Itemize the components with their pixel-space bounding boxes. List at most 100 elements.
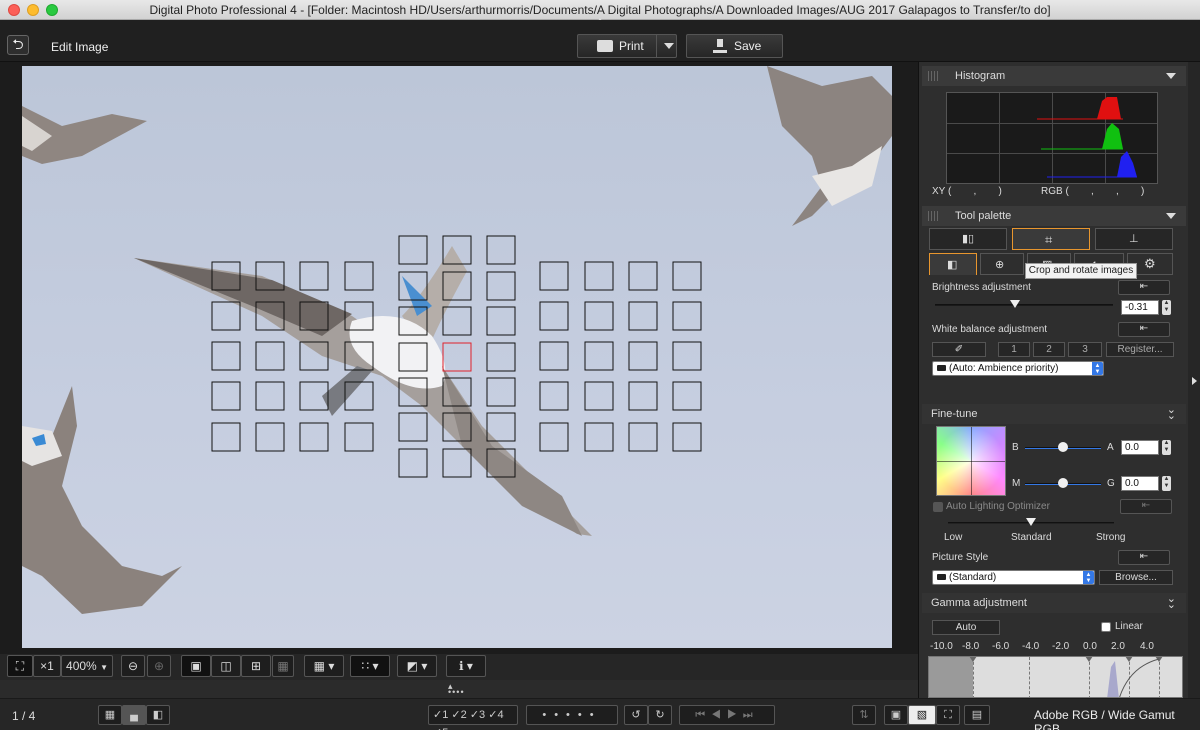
drag-handle-icon[interactable] bbox=[928, 211, 938, 221]
m-g-slider-knob[interactable] bbox=[1058, 478, 1068, 488]
g-value[interactable]: 0.0 bbox=[1121, 476, 1159, 491]
print-button[interactable]: Print bbox=[577, 34, 677, 58]
g-stepper[interactable]: ▲ ▼ bbox=[1162, 476, 1171, 491]
brightness-reset-button[interactable]: ⇤ bbox=[1118, 280, 1170, 295]
photo-preview[interactable] bbox=[22, 66, 892, 648]
grid-display-button[interactable]: ▦ ▾ bbox=[304, 655, 344, 677]
double-chevron-icon[interactable]: ⌄ ⌄ bbox=[1167, 405, 1176, 422]
check-mark-3[interactable]: ✓3 bbox=[470, 709, 485, 721]
sync-view-icon: ▦ bbox=[277, 659, 289, 673]
color-wheel[interactable] bbox=[936, 426, 1006, 496]
check-mark-2[interactable]: ✓2 bbox=[451, 709, 466, 721]
rotate-right-button[interactable]: ↻ bbox=[648, 705, 672, 725]
multi-view-button[interactable]: ⊞ bbox=[241, 655, 271, 677]
zoom-level-select[interactable]: 400% ▼ bbox=[61, 655, 113, 677]
single-view-button[interactable]: ▣ bbox=[181, 655, 211, 677]
check-mark-1[interactable]: ✓1 bbox=[433, 709, 448, 721]
alo-level-standard: Standard bbox=[1011, 532, 1052, 543]
zoom-in-button[interactable]: ⊕ bbox=[147, 655, 171, 677]
alo-checkbox[interactable] bbox=[933, 502, 943, 512]
wb-preset-2-button[interactable]: 2 bbox=[1033, 342, 1065, 357]
gamma-auto-button[interactable]: Auto bbox=[932, 620, 1000, 635]
back-button[interactable]: ⮌ bbox=[7, 35, 29, 55]
af-point-grid bbox=[211, 235, 702, 478]
g-label: G bbox=[1107, 478, 1115, 489]
browse-button[interactable]: Browse... bbox=[1099, 570, 1173, 585]
fullscreen-icon: ⛶ bbox=[944, 709, 952, 721]
gamma-tick-label: 2.0 bbox=[1111, 641, 1125, 652]
brightness-slider[interactable] bbox=[935, 304, 1113, 306]
sync-view-button[interactable]: ▦ bbox=[272, 655, 294, 677]
check-mark-group[interactable]: ✓1 ✓2 ✓3 ✓4 ✓5 bbox=[428, 705, 518, 730]
linear-checkbox[interactable] bbox=[1101, 622, 1111, 632]
picture-style-reset-button[interactable]: ⇤ bbox=[1118, 550, 1170, 565]
white-balance-select[interactable]: (Auto: Ambience priority) ▲ ▼ bbox=[932, 361, 1104, 376]
fullscreen-button[interactable]: ⛶ bbox=[936, 705, 960, 725]
filmstrip-toggle-handle[interactable]: ▴ •••• bbox=[448, 682, 466, 697]
photo-canvas bbox=[22, 66, 892, 614]
panel-toggle[interactable] bbox=[1188, 62, 1200, 698]
list-view-icon: ◧ bbox=[152, 709, 164, 721]
thumbnail-view-button[interactable]: ▦ bbox=[98, 705, 122, 725]
zoom-window-button[interactable] bbox=[46, 4, 58, 16]
brightness-value[interactable]: -0.31 bbox=[1121, 300, 1159, 315]
check-mark-4[interactable]: ✓4 bbox=[488, 709, 503, 721]
histogram-graph bbox=[946, 92, 1158, 184]
highlight-warning-button[interactable]: ◩ ▾ bbox=[397, 655, 437, 677]
transfer-button[interactable]: ⇅ bbox=[852, 705, 876, 725]
xy-readout: XY ( , ) bbox=[932, 186, 1002, 197]
tab-brightness[interactable]: ◧ bbox=[929, 253, 977, 275]
expand-panel-icon[interactable] bbox=[1192, 377, 1197, 385]
save-button[interactable]: Save bbox=[686, 34, 783, 58]
tab-stamp[interactable]: ⊥ bbox=[1095, 228, 1173, 250]
rotate-left-button[interactable]: ↺ bbox=[624, 705, 648, 725]
info-display-button[interactable]: ℹ ▾ bbox=[446, 655, 486, 677]
navigation-buttons[interactable]: ⏮◀▶⏭ bbox=[679, 705, 775, 725]
alo-slider-knob[interactable] bbox=[1026, 518, 1036, 526]
chevron-down-icon[interactable] bbox=[1166, 73, 1176, 79]
reset-icon: ⇤ bbox=[1139, 551, 1149, 562]
image-viewer[interactable] bbox=[0, 62, 918, 654]
zoom-out-button[interactable]: ⊖ bbox=[121, 655, 145, 677]
edit-window-button[interactable]: ▣ bbox=[884, 705, 908, 725]
camera-button[interactable]: ▤ bbox=[964, 705, 990, 725]
list-view-button[interactable]: ◧ bbox=[146, 705, 170, 725]
brightness-slider-knob[interactable] bbox=[1010, 300, 1020, 308]
filmstrip-view-button[interactable]: ▄ bbox=[122, 705, 146, 725]
chevron-down-icon[interactable] bbox=[1166, 213, 1176, 219]
wb-register-button[interactable]: Register... bbox=[1106, 342, 1174, 357]
tab-detail[interactable]: ⊕ bbox=[980, 253, 1024, 275]
white-balance-reset-button[interactable]: ⇤ bbox=[1118, 322, 1170, 337]
chevron-updown-icon: ▲ ▼ bbox=[1092, 362, 1103, 375]
zoom-out-icon: ⊖ bbox=[127, 659, 139, 673]
star-rating[interactable]: ••••• bbox=[526, 705, 618, 725]
b-a-slider-knob[interactable] bbox=[1058, 442, 1068, 452]
tool-palette-header[interactable]: Tool palette bbox=[922, 206, 1186, 226]
af-point-display-button[interactable]: ∷ ▾ bbox=[350, 655, 390, 677]
edit-image-button[interactable]: ▧ bbox=[908, 705, 936, 725]
white-balance-value: (Auto: Ambience priority) bbox=[949, 363, 1059, 374]
alo-reset-button[interactable]: ⇤ bbox=[1120, 499, 1172, 514]
tab-crop-rotate[interactable]: ⌗ bbox=[1012, 228, 1090, 250]
gamma-graph[interactable] bbox=[928, 656, 1183, 698]
a-stepper[interactable]: ▲ ▼ bbox=[1162, 440, 1171, 455]
double-chevron-icon[interactable]: ⌄ ⌄ bbox=[1167, 594, 1176, 611]
fit-to-window-button[interactable]: ⛶ bbox=[7, 655, 33, 677]
fine-tune-header[interactable]: Fine-tune ⌄ ⌄ bbox=[922, 404, 1186, 424]
wb-preset-1-button[interactable]: 1 bbox=[998, 342, 1030, 357]
print-dropdown-icon[interactable] bbox=[664, 43, 674, 49]
brightness-stepper[interactable]: ▲ ▼ bbox=[1162, 300, 1171, 315]
drag-handle-icon[interactable] bbox=[928, 71, 938, 81]
back-arrow-icon: ⮌ bbox=[12, 36, 24, 52]
zoom-1x-button[interactable]: ×1 bbox=[33, 655, 61, 677]
histogram-header[interactable]: Histogram bbox=[922, 66, 1186, 86]
gamma-header[interactable]: Gamma adjustment ⌄ ⌄ bbox=[922, 593, 1186, 613]
close-window-button[interactable] bbox=[8, 4, 20, 16]
picture-style-select[interactable]: (Standard) ▲ ▼ bbox=[932, 570, 1095, 585]
a-value[interactable]: 0.0 bbox=[1121, 440, 1159, 455]
compare-view-button[interactable]: ◫ bbox=[211, 655, 241, 677]
eyedropper-button[interactable]: ✐ bbox=[932, 342, 986, 357]
wb-preset-3-button[interactable]: 3 bbox=[1068, 342, 1102, 357]
tab-basic-adjustment[interactable]: ▮▯ bbox=[929, 228, 1007, 250]
minimize-window-button[interactable] bbox=[27, 4, 39, 16]
